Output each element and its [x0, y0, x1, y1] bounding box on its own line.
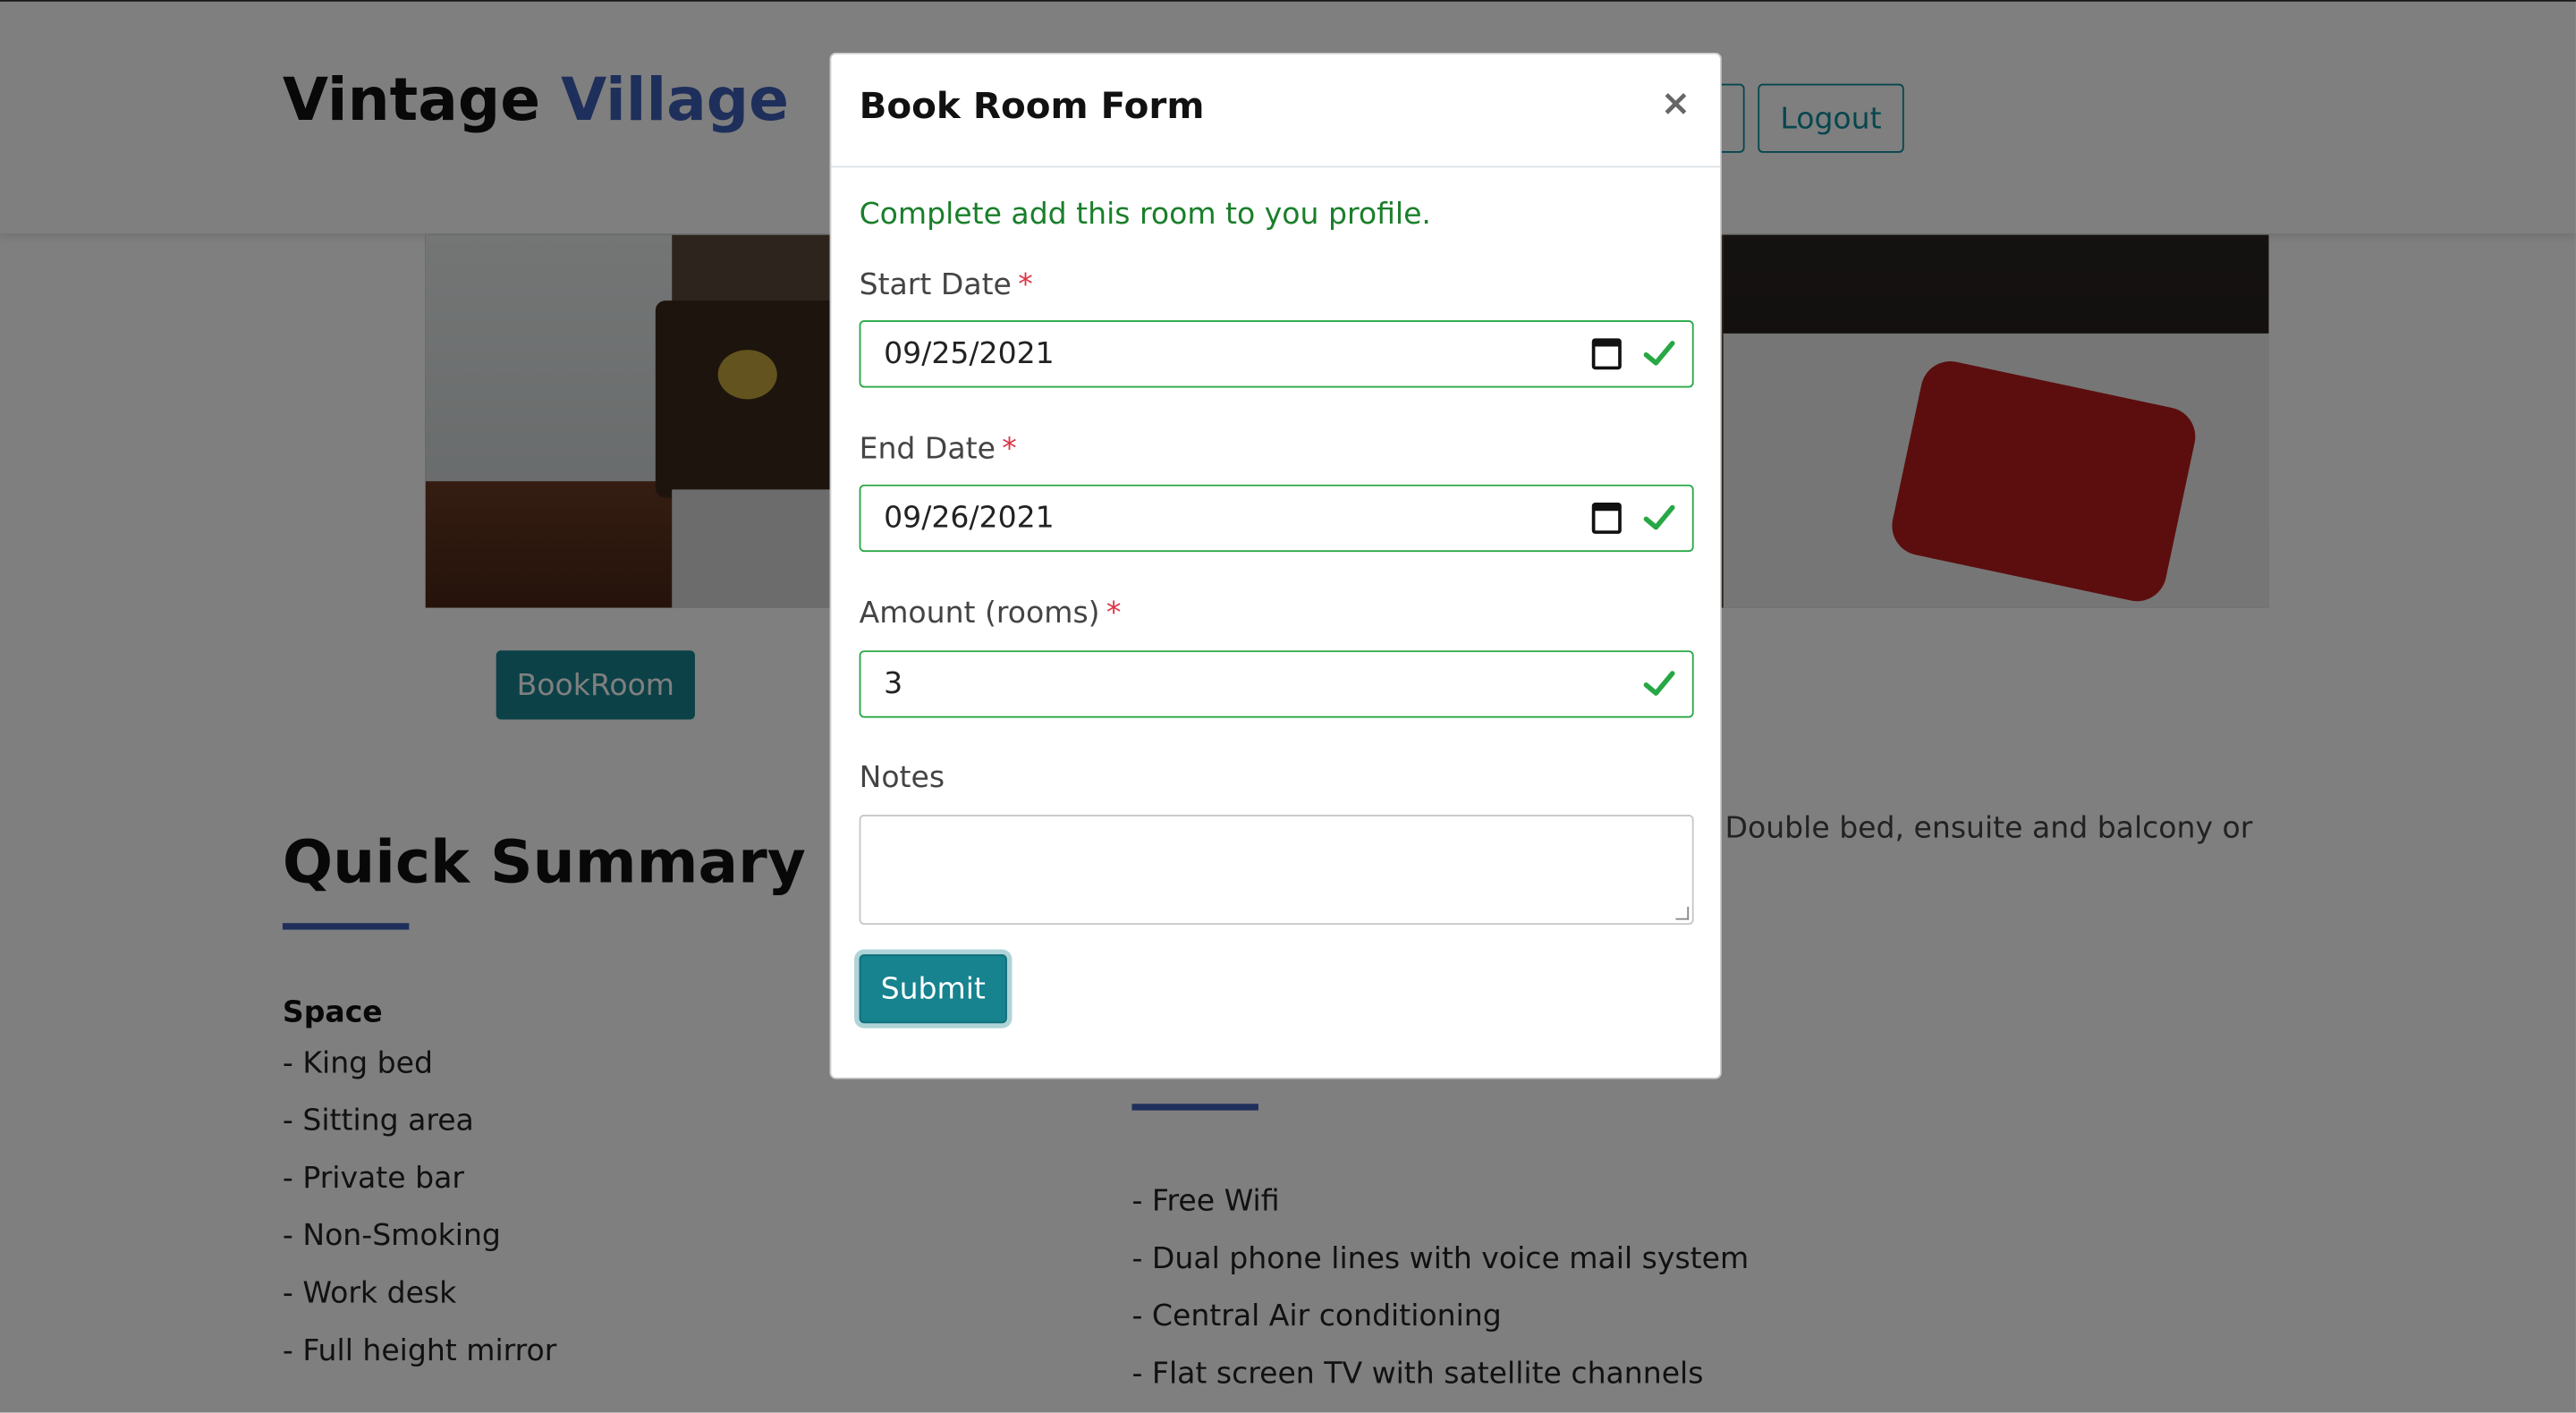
- notes-textarea[interactable]: [859, 815, 1694, 926]
- start-date-input[interactable]: 09/25/2021: [859, 320, 1694, 388]
- amount-value: 3: [884, 666, 903, 702]
- book-room-modal: Book Room Form × Complete add this room …: [829, 52, 1722, 1079]
- required-marker: *: [1018, 267, 1033, 302]
- check-icon: [1643, 671, 1675, 696]
- form-message: Complete add this room to you profile.: [859, 197, 1431, 232]
- resize-handle-icon[interactable]: [1675, 906, 1690, 920]
- check-icon: [1643, 504, 1675, 530]
- modal-header: Book Room Form ×: [831, 55, 1721, 168]
- label-text: End Date: [859, 432, 996, 467]
- label-text: Amount (rooms): [859, 596, 1100, 631]
- calendar-icon[interactable]: [1591, 503, 1622, 534]
- submit-button[interactable]: Submit: [859, 954, 1007, 1024]
- required-marker: *: [1002, 432, 1017, 467]
- end-date-input[interactable]: 09/26/2021: [859, 484, 1694, 553]
- end-date-value: 09/26/2021: [884, 501, 1055, 536]
- start-date-label: Start Date *: [860, 267, 1033, 302]
- notes-label: Notes: [859, 760, 945, 795]
- close-icon[interactable]: ×: [1657, 83, 1693, 124]
- calendar-icon[interactable]: [1591, 338, 1622, 370]
- start-date-value: 09/25/2021: [884, 336, 1055, 372]
- label-text: Start Date: [859, 267, 1012, 302]
- modal-title: Book Room Form: [859, 87, 1205, 129]
- check-icon: [1643, 341, 1675, 366]
- end-date-label: End Date *: [860, 432, 1017, 467]
- required-marker: *: [1106, 596, 1122, 631]
- amount-label: Amount (rooms) *: [860, 597, 1122, 631]
- amount-input[interactable]: 3: [859, 650, 1694, 718]
- page: Vintage Village Logout BookRoom Quick Su…: [0, 0, 2576, 1413]
